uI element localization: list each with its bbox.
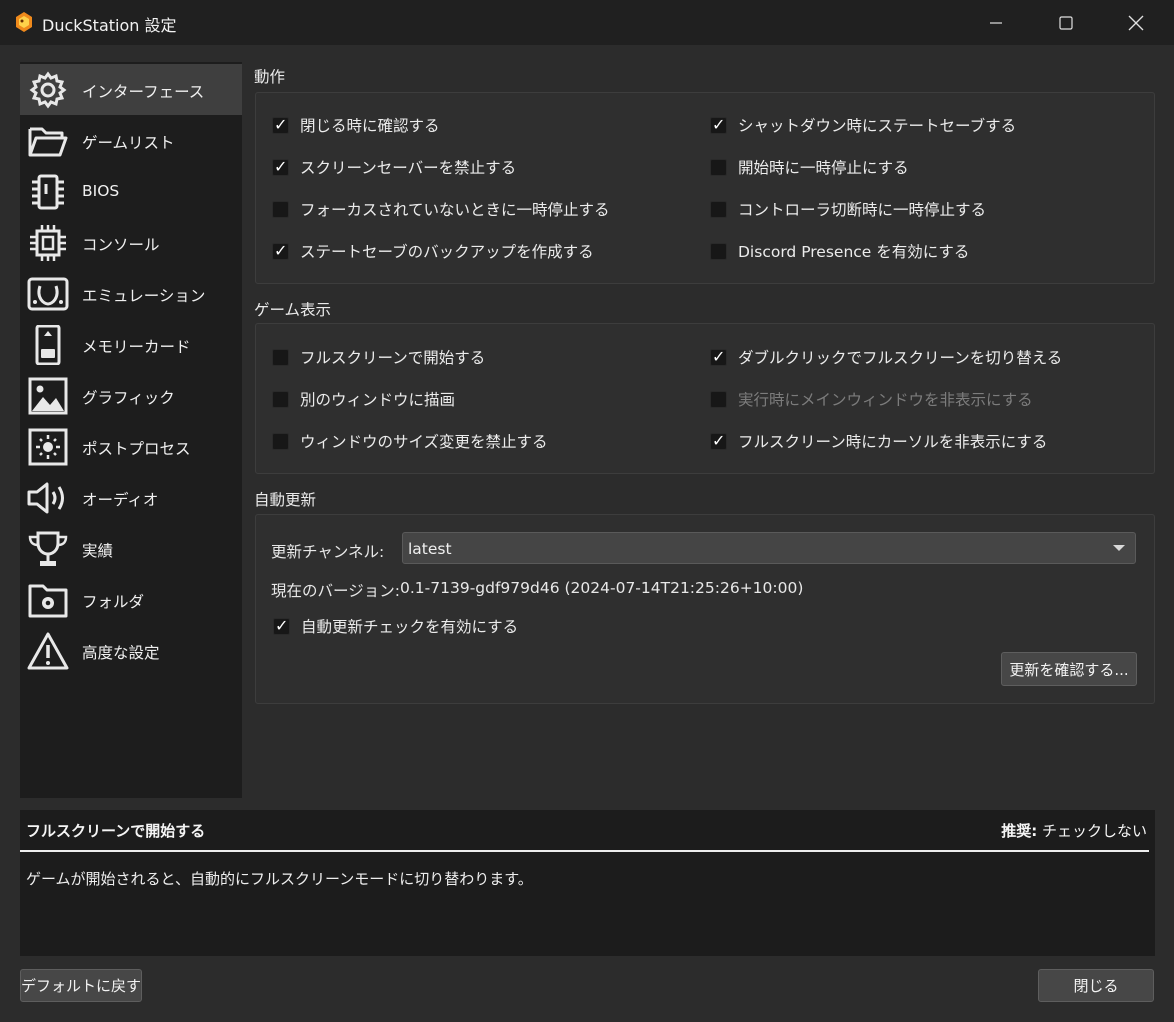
folder-settings-icon bbox=[28, 584, 68, 618]
save-state-backup-checkbox[interactable]: ✓ ステートセーブのバックアップを作成する bbox=[272, 240, 594, 262]
chevron-down-icon bbox=[1113, 545, 1125, 551]
pause-on-start-checkbox[interactable]: 開始時に一時停止にする bbox=[710, 156, 909, 178]
close-icon bbox=[1128, 15, 1144, 30]
render-to-separate-window-checkbox[interactable]: 別のウィンドウに描画 bbox=[272, 388, 455, 410]
minimize-button[interactable] bbox=[961, 0, 1031, 45]
close-window-button[interactable] bbox=[1101, 0, 1171, 45]
check-mark-icon: ✓ bbox=[712, 430, 726, 450]
inhibit-screensaver-checkbox[interactable]: ✓ スクリーンセーバーを禁止する bbox=[272, 156, 516, 178]
sidebar-item-memory-card[interactable]: メモリーカード bbox=[20, 319, 242, 370]
trophy-icon bbox=[28, 531, 68, 566]
sidebar-item-label: エミュレーション bbox=[82, 287, 206, 305]
sidebar-item-label: ポストプロセス bbox=[82, 440, 191, 458]
sidebar-item-graphics[interactable]: グラフィック bbox=[20, 370, 242, 421]
image-icon bbox=[28, 377, 68, 415]
check-mark-icon: ✓ bbox=[712, 346, 726, 366]
recommended-label: 推奨: bbox=[1001, 822, 1038, 840]
check-mark-icon: ✓ bbox=[274, 240, 288, 260]
enable-auto-update-check-checkbox[interactable]: ✓ 自動更新チェックを有効にする bbox=[273, 615, 518, 637]
disable-window-resize-checkbox[interactable]: ウィンドウのサイズ変更を禁止する bbox=[272, 430, 548, 452]
maximize-icon bbox=[1059, 15, 1073, 30]
emulation-icon bbox=[27, 277, 69, 311]
check-mark-icon: ✓ bbox=[274, 156, 288, 176]
sidebar-item-interface[interactable]: インターフェース bbox=[20, 64, 242, 115]
sidebar-item-achievements[interactable]: 実績 bbox=[20, 523, 242, 574]
gear-icon bbox=[29, 71, 67, 109]
speaker-icon bbox=[27, 482, 64, 514]
chip-icon bbox=[32, 174, 64, 210]
sidebar-item-label: ゲームリスト bbox=[82, 134, 175, 152]
brightness-icon bbox=[28, 428, 68, 466]
check-mark-icon: ✓ bbox=[275, 615, 289, 635]
sidebar-item-game-list[interactable]: ゲームリスト bbox=[20, 115, 242, 166]
sidebar-item-audio[interactable]: オーディオ bbox=[20, 472, 242, 523]
sidebar-item-label: フォルダ bbox=[82, 593, 145, 611]
hide-cursor-in-fullscreen-checkbox[interactable]: ✓ フルスクリーン時にカーソルを非表示にする bbox=[710, 430, 1047, 452]
double-click-fullscreen-checkbox[interactable]: ✓ ダブルクリックでフルスクリーンを切り替える bbox=[710, 346, 1062, 368]
window-title: DuckStation 設定 bbox=[42, 16, 177, 35]
current-version-value: 0.1-7139-gdf979d46 (2024-07-14T21:25:26+… bbox=[400, 579, 804, 597]
update-channel-value: latest bbox=[408, 540, 452, 558]
pause-on-focus-loss-checkbox[interactable]: フォーカスされていないときに一時停止する bbox=[272, 198, 610, 220]
description-title: フルスクリーンで開始する bbox=[26, 822, 206, 840]
sidebar-item-advanced[interactable]: 高度な設定 bbox=[20, 625, 242, 676]
behavior-section-title: 動作 bbox=[254, 68, 286, 86]
minimize-icon bbox=[990, 21, 1002, 24]
sidebar-item-post-processing[interactable]: ポストプロセス bbox=[20, 421, 242, 472]
recommended-value: 推奨: チェックしない bbox=[1001, 820, 1147, 841]
sidebar-item-folders[interactable]: フォルダ bbox=[20, 574, 242, 625]
setting-description-panel: フルスクリーンで開始する 推奨: チェックしない ゲームが開始されると、自動的に… bbox=[20, 810, 1155, 956]
discord-presence-checkbox[interactable]: Discord Presence を有効にする bbox=[710, 240, 969, 262]
current-version-label: 現在のバージョン: bbox=[271, 582, 400, 600]
sidebar-item-emulation[interactable]: エミュレーション bbox=[20, 268, 242, 319]
sidebar-item-label: インターフェース bbox=[82, 83, 205, 101]
sidebar-item-label: BIOS bbox=[82, 182, 120, 200]
check-for-updates-button[interactable]: 更新を確認する... bbox=[1001, 652, 1137, 686]
sidebar-item-bios[interactable]: BIOS bbox=[20, 166, 242, 217]
sidebar-item-console[interactable]: コンソール bbox=[20, 217, 242, 268]
sidebar-item-label: メモリーカード bbox=[82, 338, 191, 356]
confirm-on-close-checkbox[interactable]: ✓ 閉じる時に確認する bbox=[272, 114, 440, 136]
check-mark-icon: ✓ bbox=[712, 114, 726, 134]
check-mark-icon: ✓ bbox=[274, 114, 288, 134]
auto-update-section-title: 自動更新 bbox=[254, 491, 317, 509]
update-channel-select[interactable]: latest bbox=[402, 532, 1136, 564]
sidebar-item-label: コンソール bbox=[82, 236, 160, 254]
description-divider bbox=[20, 850, 1149, 852]
description-text: ゲームが開始されると、自動的にフルスクリーンモードに切り替わります。 bbox=[26, 870, 533, 888]
game-display-section-title: ゲーム表示 bbox=[254, 301, 332, 319]
close-button[interactable]: 閉じる bbox=[1038, 969, 1154, 1002]
sidebar-item-label: グラフィック bbox=[82, 389, 175, 407]
sidebar-item-label: 実績 bbox=[82, 542, 114, 560]
start-fullscreen-checkbox[interactable]: フルスクリーンで開始する bbox=[272, 346, 485, 368]
hide-main-window-checkbox[interactable]: 実行時にメインウィンドウを非表示にする bbox=[710, 388, 1033, 410]
warning-icon bbox=[27, 632, 69, 670]
recommended-setting: チェックしない bbox=[1037, 822, 1147, 840]
sidebar-item-label: 高度な設定 bbox=[82, 644, 160, 662]
memory-card-icon bbox=[35, 325, 61, 365]
sidebar-item-label: オーディオ bbox=[82, 491, 159, 509]
pause-on-controller-disconnect-checkbox[interactable]: コントローラ切断時に一時停止する bbox=[710, 198, 986, 220]
title-bar: DuckStation 設定 bbox=[0, 0, 1174, 45]
folder-open-icon bbox=[28, 127, 68, 157]
settings-category-list: インターフェース ゲームリスト BIOS コンソール エミュレーション メモリー… bbox=[20, 62, 242, 798]
save-state-on-shutdown-checkbox[interactable]: ✓ シャットダウン時にステートセーブする bbox=[710, 114, 1016, 136]
update-channel-label: 更新チャンネル: bbox=[271, 543, 385, 561]
duckstation-logo-icon bbox=[16, 12, 32, 32]
restore-defaults-button[interactable]: デフォルトに戻す bbox=[20, 969, 142, 1002]
cpu-icon bbox=[30, 225, 66, 261]
maximize-button[interactable] bbox=[1031, 0, 1101, 45]
